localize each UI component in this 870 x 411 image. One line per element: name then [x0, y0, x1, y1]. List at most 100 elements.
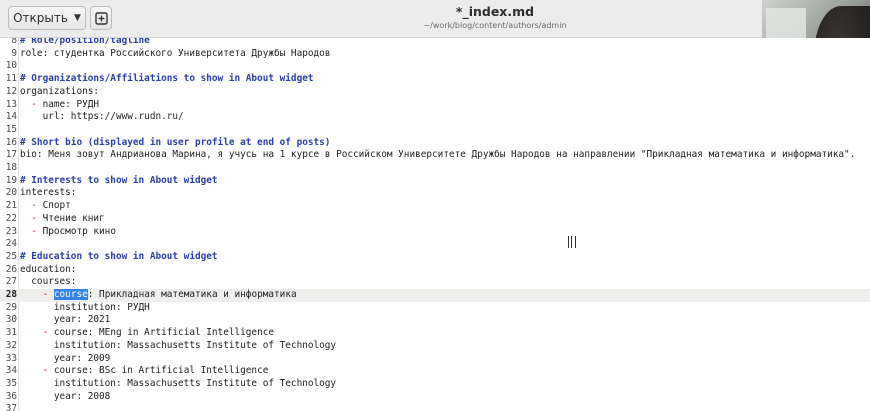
line-number: 33: [5, 352, 17, 364]
open-button[interactable]: Открыть ▼: [8, 6, 86, 30]
editor-line[interactable]: 34 - course: BSc in Artificial Intellige…: [0, 365, 870, 378]
line-number: 18: [5, 162, 17, 173]
line-number: 20: [5, 187, 17, 199]
comment-text: # Education to show in About widget: [20, 250, 218, 262]
comment-text: # Interests to show in About widget: [20, 174, 218, 186]
editor-line[interactable]: 17 bio: Меня зовут Андрианова Марина, я у…: [0, 149, 870, 162]
editor-line[interactable]: 37: [0, 403, 870, 411]
editor-line[interactable]: 16 # Short bio (displayed in user profile…: [0, 137, 870, 150]
code-text: url: https://www.rudn.ru/: [20, 111, 184, 123]
line-number: 29: [5, 301, 17, 313]
editor-line[interactable]: 11 # Organizations/Affiliations to show i…: [0, 73, 870, 86]
code-text: year: 2008: [20, 390, 111, 402]
line-text: role: студентка Российского Университета…: [20, 48, 330, 61]
editor-line[interactable]: 33 year: 2009: [0, 353, 870, 366]
editor-line[interactable]: 31 - course: MEng in Artificial Intellig…: [0, 327, 870, 340]
line-text: # Organizations/Affiliations to show in …: [20, 73, 314, 86]
editor-line[interactable]: 36 year: 2008: [0, 391, 870, 404]
line-text: bio: Меня зовут Андрианова Марина, я учу…: [20, 149, 855, 162]
editor-line[interactable]: 25 # Education to show in About widget: [0, 251, 870, 264]
line-number: 32: [5, 339, 17, 351]
editor-line[interactable]: 9 role: студентка Российского Университет…: [0, 48, 870, 61]
line-text: - course: Прикладная математика и информ…: [20, 289, 297, 302]
editor-line[interactable]: 23 - Просмотр кино: [0, 226, 870, 239]
line-number: 36: [5, 390, 17, 402]
chevron-down-icon: ▼: [73, 13, 81, 23]
line-number: 9: [11, 47, 17, 59]
open-button-label: Открыть: [13, 11, 68, 25]
line-number: 28: [5, 289, 17, 300]
editor-line[interactable]: 8 # Role/position/tagline: [0, 38, 870, 48]
file-path: ~/work/blog/content/authors/admin: [423, 21, 567, 30]
header-bar: Открыть ▼ *_index.md ~/work/blog/content…: [0, 0, 870, 38]
line-number: 24: [5, 238, 17, 250]
editor-line[interactable]: 35 institution: Massachusetts Institute …: [0, 378, 870, 391]
editor-line[interactable]: 15: [0, 124, 870, 137]
comment-text: # Organizations/Affiliations to show in …: [20, 73, 314, 85]
code-text: institution: Massachusetts Institute of …: [20, 339, 337, 351]
line-number: 21: [5, 200, 17, 212]
editor-line[interactable]: 30 year: 2021: [0, 314, 870, 327]
line-text: # Role/position/tagline: [20, 38, 150, 48]
line-text: year: 2008: [20, 391, 110, 404]
window-title: *_index.md: [455, 4, 535, 19]
line-text: year: 2009: [20, 353, 110, 366]
window-title-area: *_index.md ~/work/blog/content/authors/a…: [380, 4, 610, 31]
text-editor[interactable]: 8 # Role/position/tagline 9 role: студентка…: [0, 38, 870, 411]
editor-line[interactable]: 20 interests:: [0, 187, 870, 200]
line-text: - name: РУДН: [20, 99, 99, 112]
code-text: course: MEng in Artificial Intelligence: [48, 327, 275, 339]
code-text: year: 2009: [20, 352, 111, 364]
editor-line[interactable]: 24: [0, 238, 870, 251]
line-text: # Education to show in About widget: [20, 251, 218, 264]
editor-line[interactable]: 26 education:: [0, 264, 870, 277]
line-number: 15: [5, 123, 17, 135]
line-number: 14: [5, 111, 17, 123]
line-text: courses:: [20, 276, 76, 289]
line-number: 16: [5, 136, 17, 148]
editor-line[interactable]: 19 # Interests to show in About widget: [0, 175, 870, 188]
editor-line[interactable]: 29 institution: РУДН: [0, 302, 870, 315]
line-text: - Просмотр кино: [20, 226, 116, 239]
line-number: 8: [11, 38, 17, 46]
code-text: interests:: [20, 187, 77, 199]
line-number: 11: [5, 73, 17, 85]
line-text: organizations:: [20, 86, 99, 99]
editor-line[interactable]: 28 - course: Прикладная математика и инф…: [0, 289, 870, 302]
code-text: name: РУДН: [36, 98, 100, 110]
line-number: 22: [5, 212, 17, 224]
new-document-button[interactable]: [90, 6, 112, 30]
editor-line[interactable]: 12 organizations:: [0, 86, 870, 99]
editor-line[interactable]: 32 institution: Massachusetts Institute …: [0, 340, 870, 353]
code-text: bio: Меня зовут Андрианова Марина, я учу…: [20, 149, 856, 161]
line-text: - course: BSc in Artificial Intelligence: [20, 365, 269, 378]
editor-line[interactable]: 21 - Спорт: [0, 200, 870, 213]
code-text: Просмотр кино: [36, 225, 116, 237]
line-number: 26: [5, 263, 17, 275]
line-number: 37: [5, 403, 17, 411]
line-number: 25: [5, 250, 17, 262]
editor-line[interactable]: 14 url: https://www.rudn.ru/: [0, 111, 870, 124]
line-number: 23: [5, 225, 17, 237]
editor-line[interactable]: 13 - name: РУДН: [0, 99, 870, 112]
code-text: course: BSc in Artificial Intelligence: [48, 365, 269, 377]
editor-line[interactable]: 27 courses:: [0, 276, 870, 289]
line-text: # Interests to show in About widget: [20, 175, 218, 188]
line-text: url: https://www.rudn.ru/: [20, 111, 184, 124]
editor-line[interactable]: 22 - Чтение книг: [0, 213, 870, 226]
line-text: institution: Massachusetts Institute of …: [20, 340, 336, 353]
comment-text: # Short bio (displayed in user profile a…: [20, 136, 331, 148]
editor-line[interactable]: 10: [0, 60, 870, 73]
text-cursor-icon: [568, 236, 576, 248]
code-text: role: студентка Российского Университета…: [20, 47, 331, 59]
editor-line[interactable]: 18: [0, 162, 870, 175]
line-text: interests:: [20, 187, 76, 200]
line-text: education:: [20, 264, 76, 277]
line-text: - Спорт: [20, 200, 71, 213]
code-text: Чтение книг: [36, 212, 105, 224]
